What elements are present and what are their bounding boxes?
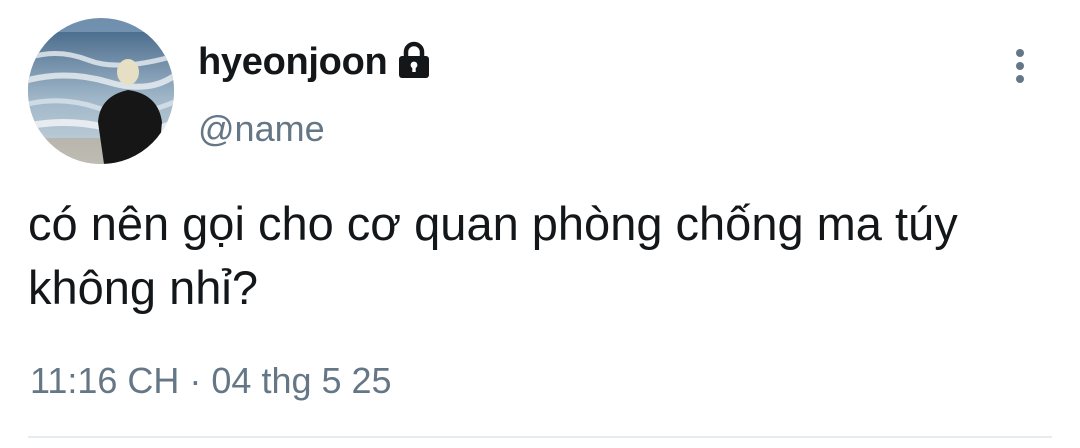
divider	[28, 436, 1052, 438]
user-handle[interactable]: @name	[198, 108, 325, 150]
avatar-image	[28, 18, 174, 164]
tweet-card: hyeonjoon @name có nên gọi cho cơ quan p…	[0, 0, 1080, 448]
more-options-button[interactable]	[1000, 44, 1040, 88]
more-vertical-icon	[1016, 49, 1024, 57]
tweet-text: có nên gọi cho cơ quan phòng chống ma tú…	[28, 197, 958, 314]
lock-icon	[397, 41, 431, 84]
display-name[interactable]: hyeonjoon	[198, 41, 388, 84]
more-vertical-icon-dot	[1016, 62, 1024, 70]
more-vertical-icon-dot	[1016, 75, 1024, 83]
tweet-timestamp[interactable]: 11:16 CH · 04 thg 5 25	[30, 360, 392, 402]
avatar[interactable]	[28, 18, 174, 164]
display-name-row: hyeonjoon	[198, 38, 431, 86]
